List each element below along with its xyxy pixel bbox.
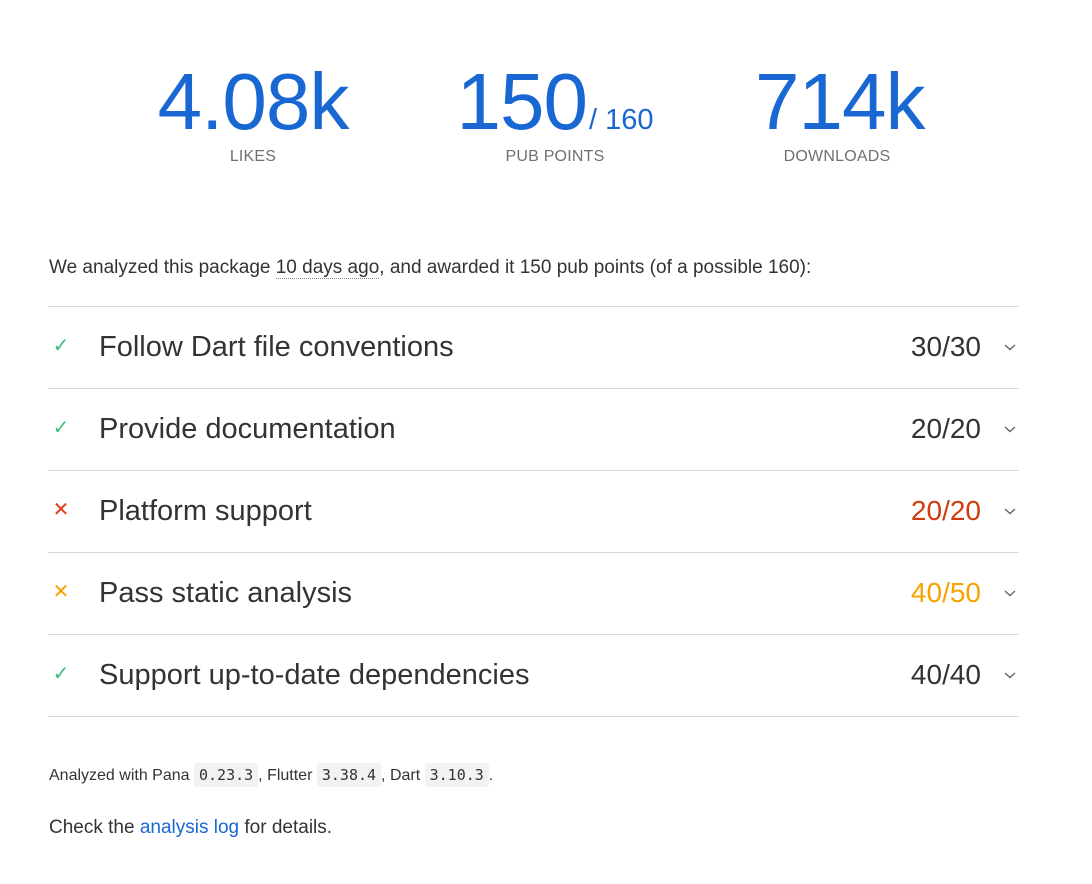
score-section[interactable]: ✕ Platform support 20/20	[48, 471, 1019, 553]
pana-version: 0.23.3	[193, 763, 259, 787]
section-score: 20/20	[910, 413, 981, 444]
downloads-label: DOWNLOADS	[783, 148, 891, 165]
pub-points-max: / 160	[588, 104, 654, 136]
downloads-value: 714k	[755, 57, 925, 146]
section-title: Support up-to-date dependencies	[99, 659, 530, 691]
dart-version: 3.10.3	[424, 763, 489, 787]
cross-icon: ✕	[52, 499, 70, 521]
downloads-score: 714k DOWNLOADS	[755, 60, 925, 166]
cross-icon: ✕	[52, 581, 70, 603]
score-sections: ✓ Follow Dart file conventions 30/30 ✓ Provi…	[48, 306, 1019, 717]
section-title: Follow Dart file conventions	[99, 331, 454, 363]
check-icon: ✓	[52, 663, 70, 685]
score-section[interactable]: ✓ Provide documentation 20/20	[48, 389, 1019, 471]
section-title: Pass static analysis	[99, 577, 353, 609]
chevron-down-icon[interactable]	[1002, 421, 1018, 437]
check-icon: ✓	[52, 335, 70, 357]
section-score: 30/30	[910, 331, 981, 362]
pub-points-score: 150/ 160 PUB POINTS	[455, 60, 655, 166]
chevron-down-icon[interactable]	[1002, 667, 1018, 683]
section-score: 40/40	[910, 659, 981, 690]
score-section[interactable]: ✓ Support up-to-date dependencies 40/40	[48, 635, 1019, 717]
analysis-summary: We analyzed this package 10 days ago, an…	[49, 257, 812, 279]
analysis-log-link[interactable]: analysis log	[140, 817, 239, 838]
likes-score: 4.08k LIKES	[152, 60, 354, 166]
analyzed-with: Analyzed with Pana 0.23.3, Flutter 3.38.…	[49, 763, 493, 787]
score-section[interactable]: ✓ Follow Dart file conventions 30/30	[48, 307, 1019, 389]
score-header: 4.08k LIKES 150/ 160 PUB POINTS 714k DOW…	[0, 60, 1092, 180]
pub-points-label: PUB POINTS	[505, 148, 605, 165]
chevron-down-icon[interactable]	[1002, 585, 1018, 601]
section-score: 40/50	[910, 577, 981, 608]
section-score: 20/20	[910, 495, 981, 526]
analysis-time: 10 days ago	[275, 257, 380, 279]
section-title: Provide documentation	[99, 413, 396, 445]
check-icon: ✓	[52, 417, 70, 439]
score-section[interactable]: ✕ Pass static analysis 40/50	[48, 553, 1019, 635]
section-title: Platform support	[99, 495, 312, 527]
likes-value: 4.08k	[157, 57, 350, 146]
check-log: Check the analysis log for details.	[49, 817, 333, 838]
likes-label: LIKES	[229, 148, 277, 165]
flutter-version: 3.38.4	[316, 763, 382, 787]
pub-points-value: 150	[456, 57, 588, 146]
chevron-down-icon[interactable]	[1002, 503, 1018, 519]
chevron-down-icon[interactable]	[1002, 339, 1018, 355]
